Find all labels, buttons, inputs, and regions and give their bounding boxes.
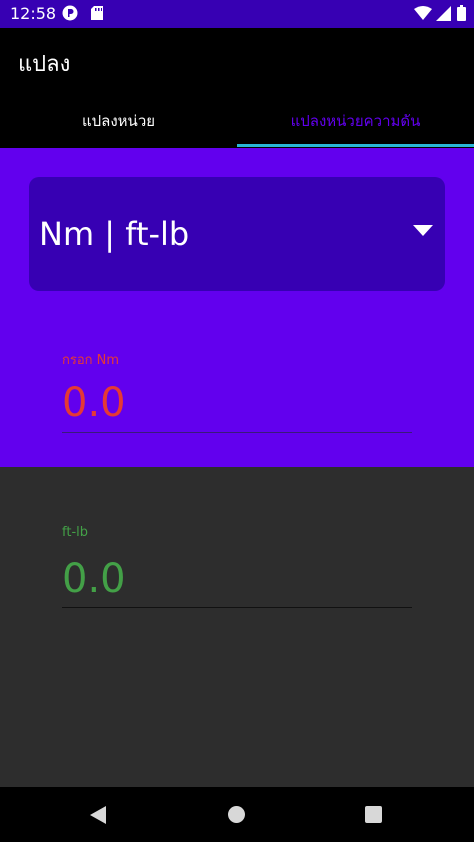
wifi-icon <box>414 5 432 21</box>
dropdown-arrow-icon <box>413 225 433 236</box>
tab-unit-convert-label: แปลงหน่วย <box>81 112 156 130</box>
tab-selected-indicator <box>237 144 474 147</box>
recents-icon[interactable] <box>365 806 382 823</box>
tab-bar: แปลงหน่วย แปลงหน่วยความดัน <box>0 94 474 148</box>
input-field-label: กรอก Nm <box>62 353 120 368</box>
output-field: 0.0 <box>62 556 126 602</box>
output-section <box>0 467 474 787</box>
back-icon[interactable] <box>90 806 106 824</box>
status-bar: 12:58 <box>0 0 474 28</box>
tab-unit-convert[interactable]: แปลงหน่วย <box>0 94 237 148</box>
battery-icon <box>456 5 466 21</box>
tab-pressure-convert-label: แปลงหน่วยความดัน <box>290 112 421 130</box>
signal-icon <box>435 5 451 21</box>
input-field-underline <box>62 432 412 433</box>
status-time: 12:58 <box>10 4 57 23</box>
output-field-label: ft-lb <box>62 525 88 540</box>
navigation-bar <box>0 787 474 842</box>
unit-pair-selected: Nm | ft-lb <box>39 215 190 253</box>
app-bar: แปลง <box>0 28 474 94</box>
app-title: แปลง <box>18 52 71 77</box>
output-field-underline <box>62 607 412 608</box>
sd-card-icon <box>89 5 105 21</box>
input-field[interactable]: 0.0 <box>62 380 126 426</box>
home-icon[interactable] <box>228 806 245 823</box>
tab-pressure-convert[interactable]: แปลงหน่วยความดัน <box>237 94 474 148</box>
parking-notification-icon <box>62 5 78 21</box>
unit-pair-dropdown[interactable]: Nm | ft-lb <box>29 177 445 291</box>
